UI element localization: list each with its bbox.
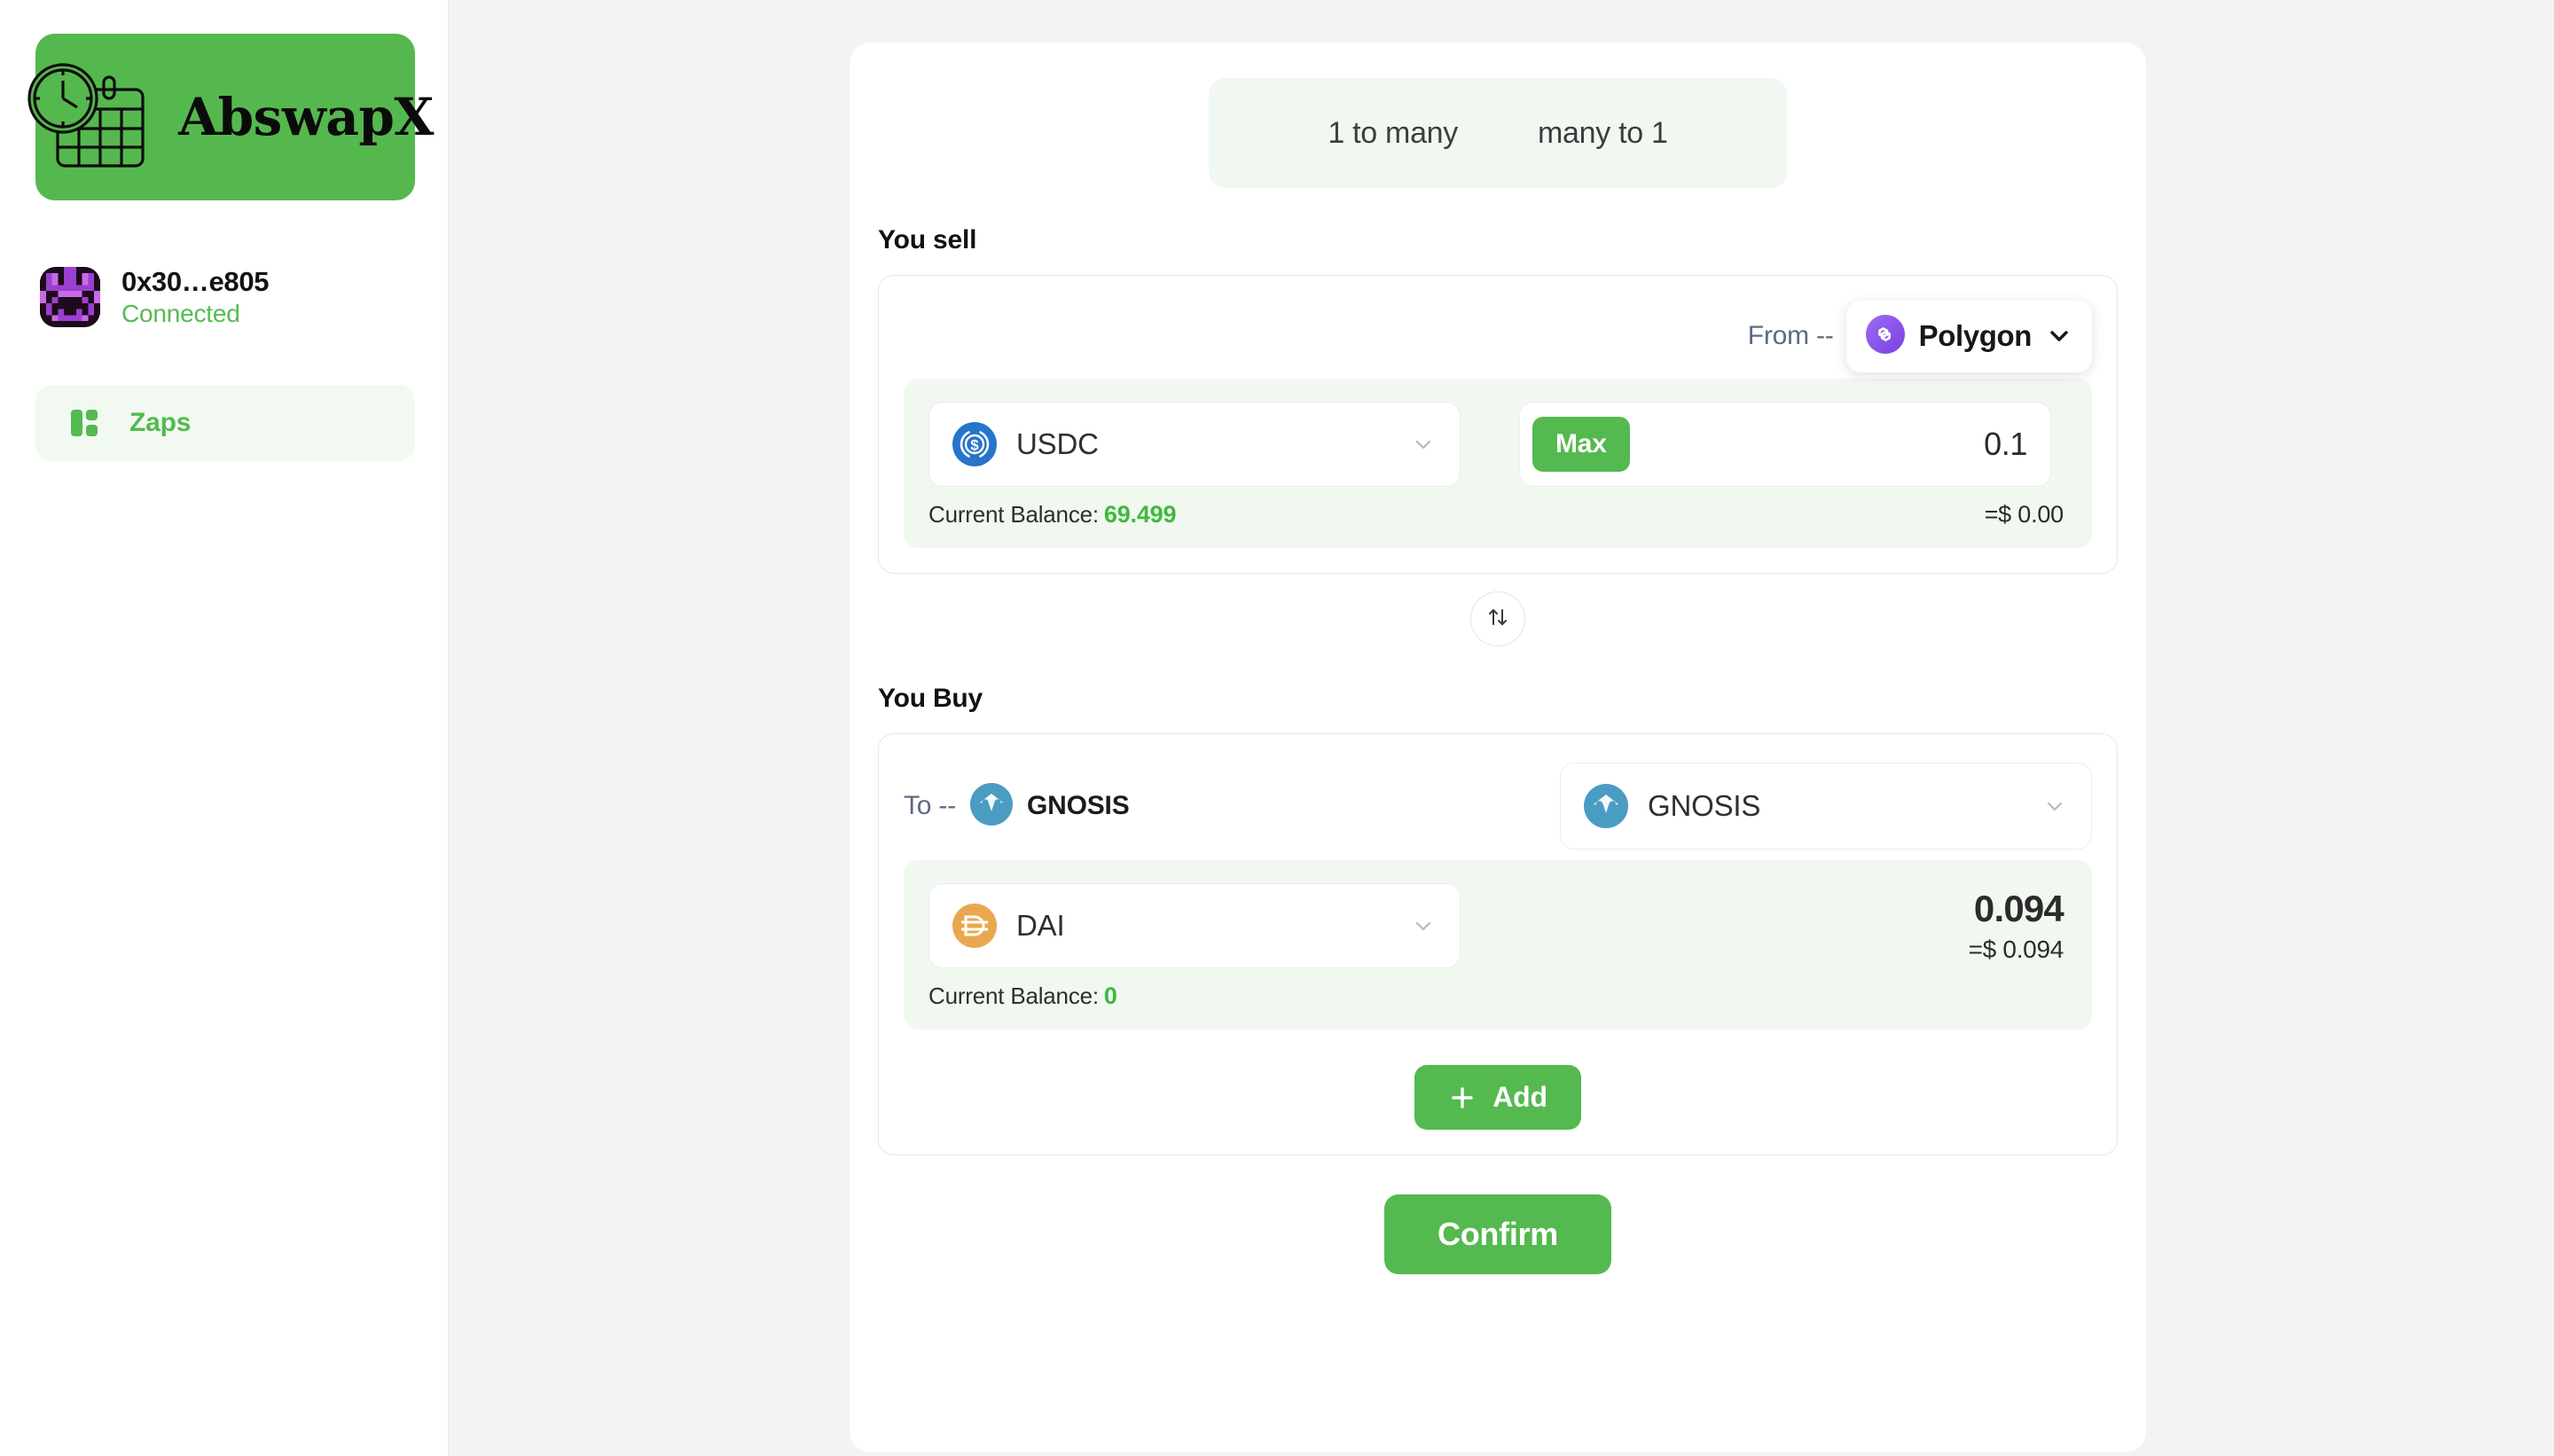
sidebar-item-zaps[interactable]: Zaps	[35, 385, 415, 461]
chevron-down-icon	[2041, 793, 2068, 819]
chevron-down-icon	[1410, 431, 1437, 458]
sidebar-item-label: Zaps	[129, 408, 192, 437]
buy-chain-row: To -- GNOSIS GNOSIS	[904, 757, 2092, 855]
chevron-down-icon	[2046, 323, 2072, 349]
buy-token-selector[interactable]: DAI	[928, 883, 1461, 968]
sell-balance-label: Current Balance: 69.499	[928, 501, 1176, 528]
buy-chain-name: GNOSIS	[1027, 791, 1130, 820]
buy-usd-value: =$ 0.094	[1968, 935, 2064, 963]
identicon-avatar	[40, 267, 100, 327]
to-chain-group: To -- GNOSIS	[904, 782, 1130, 830]
sell-token-panel: $ USDC Max 0.1 Current Balance: 69.499 =…	[904, 379, 2092, 548]
usdc-icon: $	[952, 422, 997, 466]
swap-toggle-wrap	[850, 591, 2146, 646]
add-button-wrap: Add	[904, 1065, 2092, 1130]
calendar-clock-icon	[17, 56, 159, 178]
sell-token-selector[interactable]: $ USDC	[928, 402, 1461, 487]
wallet-address: 0x30…e805	[121, 266, 270, 297]
tab-many-to-one[interactable]: many to 1	[1538, 116, 1668, 151]
gnosis-icon	[970, 782, 1014, 830]
confirm-button[interactable]: Confirm	[1384, 1194, 1611, 1274]
you-sell-heading: You sell	[878, 225, 977, 254]
sell-usd-value: =$ 0.00	[1984, 501, 2064, 528]
buy-balance-label: Current Balance: 0	[928, 982, 1117, 1010]
sell-panel: From -- Polygon $ USDC Max 0.1 Current B…	[878, 275, 2118, 574]
buy-balance-value: 0	[1103, 982, 1117, 1009]
sidebar: AbswapX 0x30…e805 Connected Zaps	[0, 0, 449, 1456]
main-content-area: 1 to many many to 1 You sell From -- Pol…	[449, 0, 2554, 1456]
buy-meta-line: Current Balance: 0	[928, 982, 2067, 1010]
swap-direction-button[interactable]	[1470, 591, 1525, 646]
buy-token-name: DAI	[1016, 909, 1065, 942]
buy-balance-label-text: Current Balance:	[928, 982, 1099, 1009]
polygon-icon	[1865, 314, 1905, 358]
sell-chain-selector[interactable]: Polygon	[1845, 300, 2092, 372]
sell-meta-line: Current Balance: 69.499 =$ 0.00	[928, 501, 2067, 528]
sell-balance-label-text: Current Balance:	[928, 501, 1099, 528]
to-label: To --	[904, 791, 957, 820]
from-label: From --	[1747, 321, 1834, 350]
sell-amount-box[interactable]: Max 0.1	[1519, 402, 2051, 487]
up-down-arrows-icon	[1484, 603, 1512, 636]
plus-icon	[1448, 1084, 1477, 1112]
buy-chain-select-name: GNOSIS	[1648, 789, 1761, 822]
buy-token-panel: DAI 0.094 =$ 0.094 Current Balance: 0	[904, 860, 2092, 1029]
chevron-down-icon	[1410, 912, 1437, 939]
buy-chain-selector[interactable]: GNOSIS	[1560, 763, 2092, 849]
brand-name: AbswapX	[178, 87, 434, 147]
add-button[interactable]: Add	[1414, 1065, 1581, 1130]
mode-tab-group: 1 to many many to 1	[1209, 78, 1787, 188]
sell-balance-value: 69.499	[1103, 501, 1177, 528]
buy-amount-value: 0.094	[1973, 888, 2064, 929]
svg-text:$: $	[970, 437, 979, 454]
wallet-status: Connected	[121, 300, 240, 327]
buy-panel: To -- GNOSIS GNOSIS DAI 0.094 =$ 0.094 C…	[878, 733, 2118, 1155]
sell-chain-row: From -- Polygon	[904, 299, 2092, 373]
wallet-summary[interactable]: 0x30…e805 Connected	[35, 266, 412, 328]
you-buy-heading: You Buy	[878, 684, 983, 713]
tab-one-to-many[interactable]: 1 to many	[1328, 116, 1458, 151]
add-button-label: Add	[1492, 1081, 1547, 1113]
confirm-button-wrap: Confirm	[850, 1194, 2146, 1274]
gnosis-icon	[1584, 784, 1628, 828]
sidebar-nav: Zaps	[35, 385, 415, 461]
swap-card: 1 to many many to 1 You sell From -- Pol…	[850, 43, 2146, 1452]
brand-logo-card[interactable]: AbswapX	[27, 34, 434, 200]
buy-amount-column: 0.094 =$ 0.094	[1969, 888, 2067, 964]
sell-token-line: $ USDC Max 0.1	[928, 402, 2067, 487]
dashboard-layout-icon	[69, 406, 103, 440]
max-button[interactable]: Max	[1532, 417, 1630, 472]
buy-token-line: DAI 0.094 =$ 0.094	[928, 883, 2067, 968]
sell-token-name: USDC	[1016, 427, 1099, 460]
sell-chain-name: Polygon	[1918, 319, 2033, 352]
sell-amount-input[interactable]: 0.1	[1984, 426, 2027, 463]
dai-icon	[952, 904, 997, 948]
